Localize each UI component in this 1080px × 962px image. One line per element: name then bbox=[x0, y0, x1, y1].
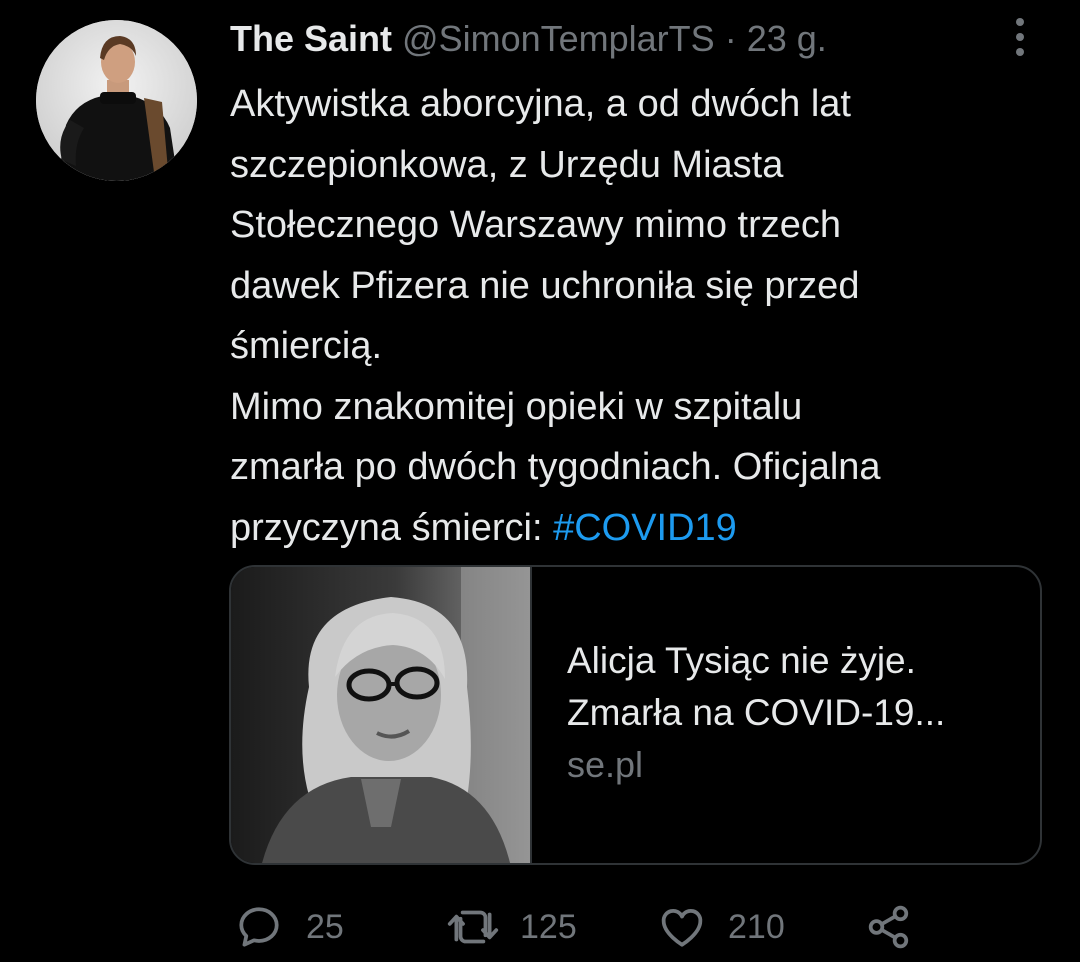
tweet-action-bar: 25 125 210 bbox=[0, 895, 1080, 959]
header-separator: · bbox=[724, 18, 737, 59]
retweet-button[interactable]: 125 bbox=[446, 895, 577, 959]
like-button[interactable]: 210 bbox=[656, 895, 785, 959]
like-count: 210 bbox=[728, 907, 785, 946]
reply-button[interactable]: 25 bbox=[234, 895, 344, 959]
avatar-photo bbox=[36, 20, 197, 181]
heart-icon bbox=[661, 909, 703, 947]
user-handle[interactable]: @SimonTemplarTS bbox=[402, 18, 715, 59]
tweet-header: The Saint @SimonTemplarTS · 23 g. bbox=[230, 16, 827, 62]
display-name[interactable]: The Saint bbox=[230, 18, 392, 59]
link-preview-card[interactable]: Alicja Tysiąc nie żyje. Zmarła na COVID-… bbox=[229, 565, 1042, 865]
tweet-body: Aktywistka aborcyjna, a od dwóch lat szc… bbox=[230, 83, 881, 549]
card-domain: se.pl bbox=[567, 744, 644, 785]
reply-count: 25 bbox=[306, 907, 344, 946]
tweet-text: Aktywistka aborcyjna, a od dwóch lat szc… bbox=[230, 74, 1030, 558]
retweet-icon bbox=[447, 910, 499, 944]
tweet-timestamp[interactable]: 23 g. bbox=[747, 18, 827, 59]
card-text: Alicja Tysiąc nie żyje. Zmarła na COVID-… bbox=[567, 635, 1027, 791]
card-thumbnail bbox=[231, 567, 532, 863]
hashtag-link[interactable]: #COVID19 bbox=[553, 507, 737, 549]
share-button[interactable] bbox=[864, 895, 914, 959]
card-photo bbox=[231, 567, 530, 863]
card-title-line-1: Alicja Tysiąc nie żyje. bbox=[567, 640, 916, 681]
avatar[interactable] bbox=[36, 20, 197, 181]
share-icon bbox=[868, 905, 909, 949]
more-options-button[interactable] bbox=[1010, 14, 1030, 60]
card-title-line-2: Zmarła na COVID-19... bbox=[567, 692, 946, 733]
reply-icon bbox=[239, 907, 279, 947]
retweet-count: 125 bbox=[520, 907, 577, 946]
